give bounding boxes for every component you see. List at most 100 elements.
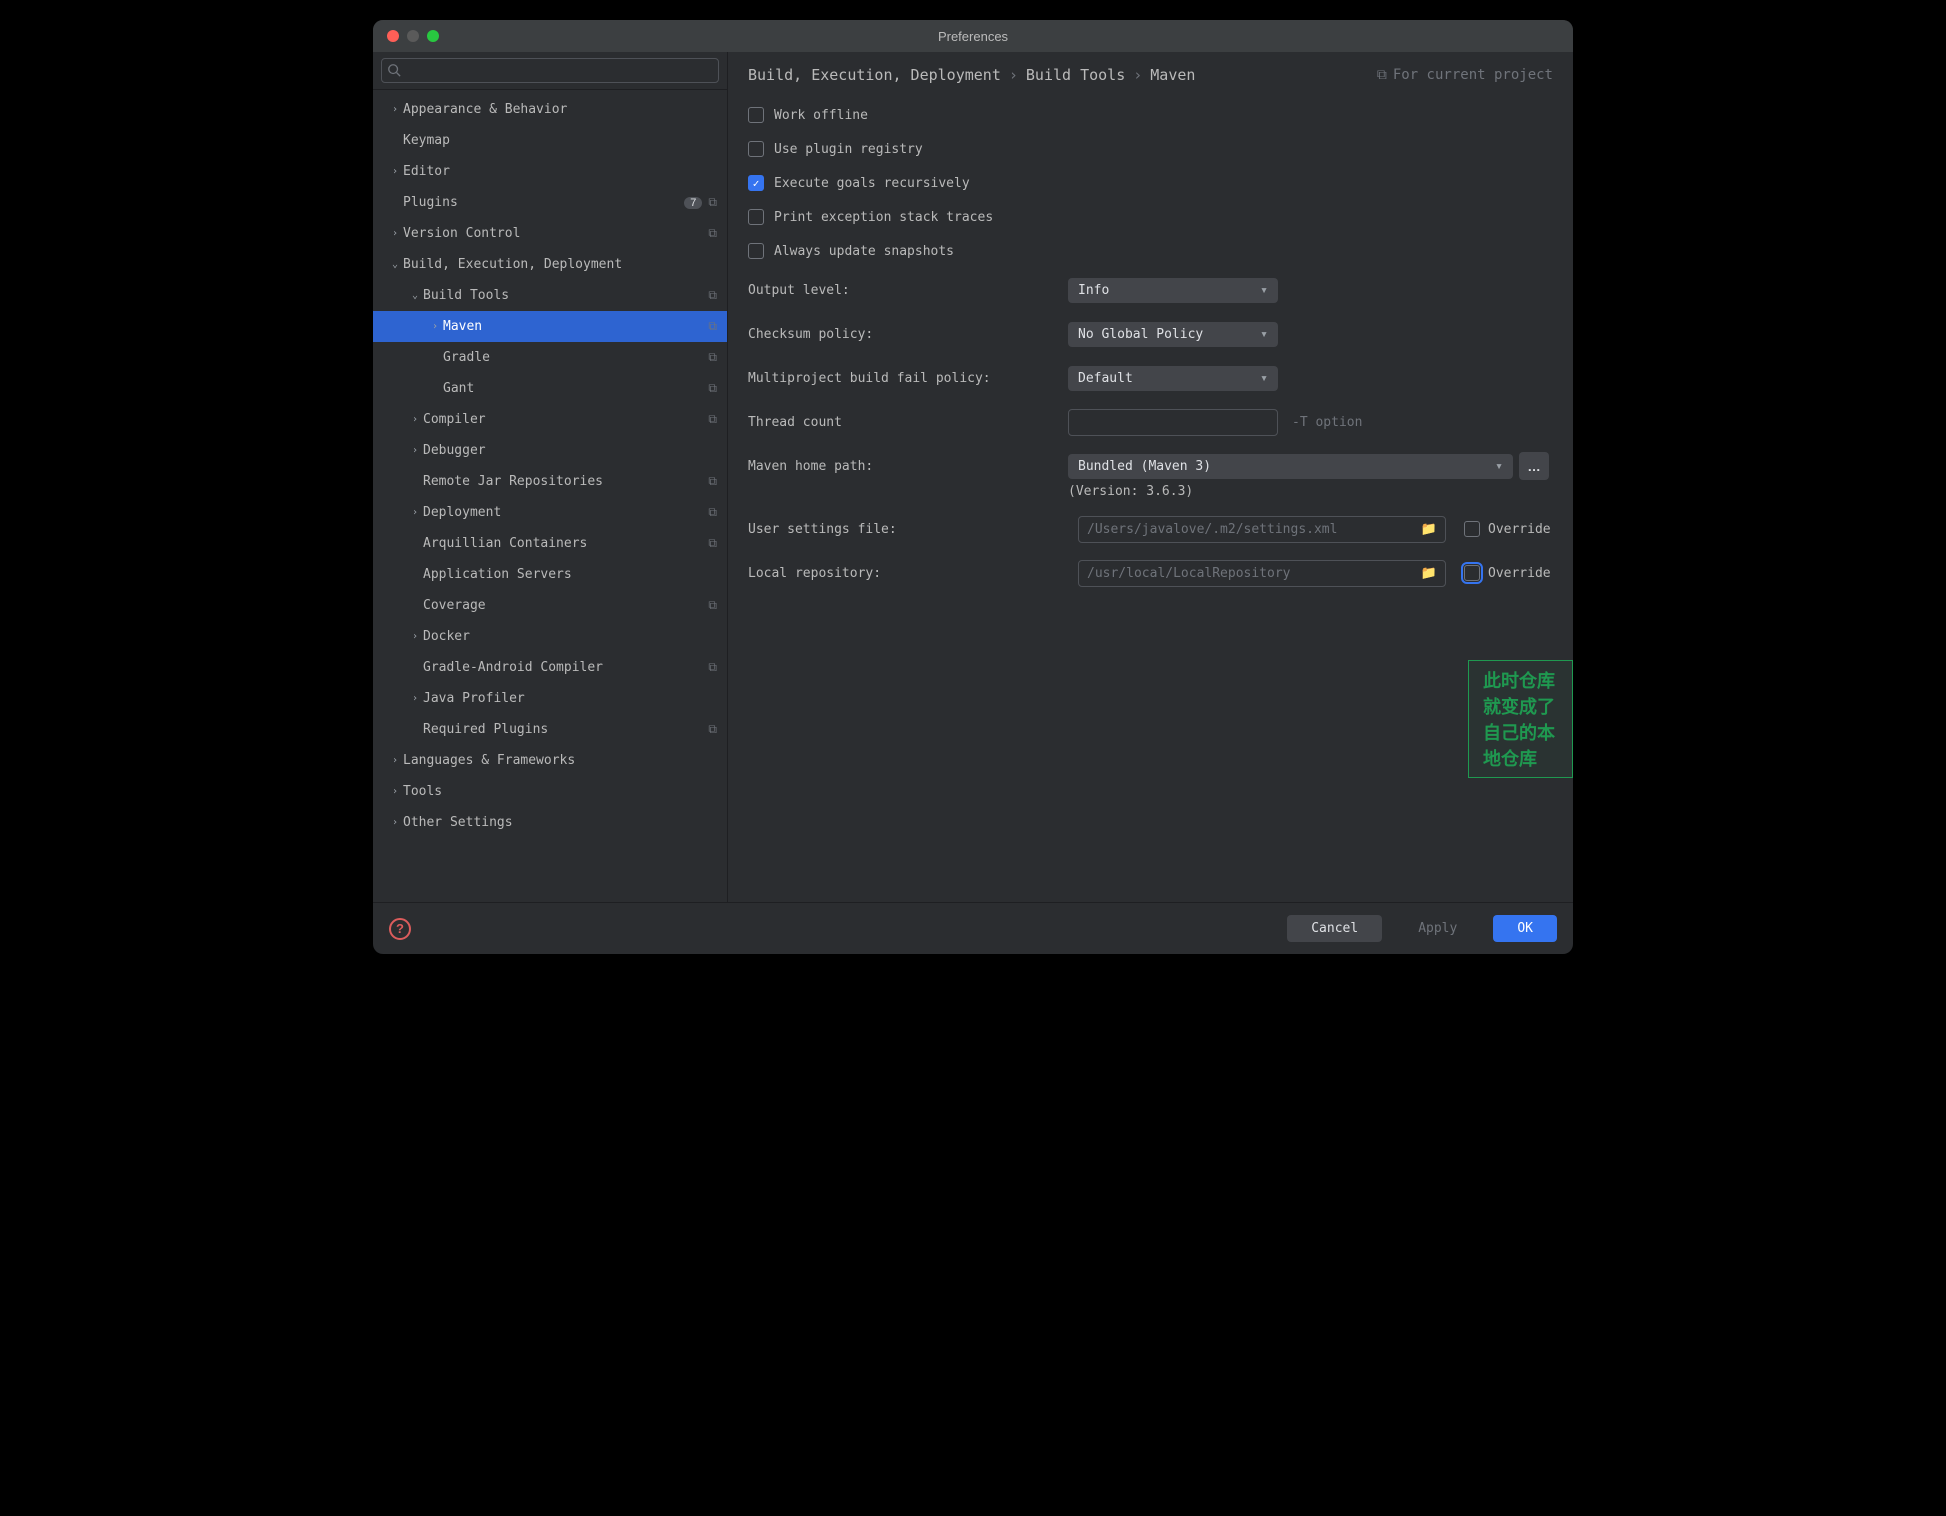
search-input[interactable] [381,58,719,83]
checkbox-focused[interactable] [1464,565,1480,581]
tree-item-label: Tools [403,784,717,799]
plugin-registry-row[interactable]: Use plugin registry [748,132,1553,166]
browse-button[interactable]: … [1519,452,1549,480]
field-label: Thread count [748,415,1068,430]
settings-override[interactable]: Override [1464,521,1551,537]
tree-item[interactable]: ›Docker [373,621,727,652]
chevron-icon: › [407,693,423,704]
home-path-select[interactable]: Bundled (Maven 3) [1068,454,1513,479]
checksum-select[interactable]: No Global Policy [1068,322,1278,347]
thread-count-hint: -T option [1292,415,1362,430]
snapshots-row[interactable]: Always update snapshots [748,234,1553,268]
project-scope-icon: ⧉ [708,536,717,551]
field-label: Multiproject build fail policy: [748,371,1068,386]
folder-icon[interactable]: 📁 [1421,566,1437,581]
tree-item-label: Other Settings [403,815,717,830]
project-scope-icon: ⧉ [708,226,717,241]
checkbox-unchecked[interactable] [748,243,764,259]
tree-item[interactable]: ›Other Settings [373,807,727,838]
tree-item[interactable]: ›Deployment⧉ [373,497,727,528]
tree-item[interactable]: ›Java Profiler [373,683,727,714]
checkbox-unchecked[interactable] [1464,521,1480,537]
window-body: ›Appearance & Behavior›Keymap›Editor›Plu… [373,52,1573,902]
tree-item-label: Build, Execution, Deployment [403,257,717,272]
home-path-row: Maven home path: Bundled (Maven 3) … [748,444,1553,488]
tree-item[interactable]: ›Debugger [373,435,727,466]
fail-policy-select[interactable]: Default [1068,366,1278,391]
project-scope-icon: ⧉ [708,350,717,365]
local-repo-override[interactable]: Override [1464,565,1551,581]
tree-item[interactable]: ⌄Build Tools⧉ [373,280,727,311]
tree-item-label: Remote Jar Repositories [423,474,708,489]
field-label: Maven home path: [748,459,1068,474]
settings-form: Work offline Use plugin registry ✓ Execu… [728,94,1573,902]
checkbox-unchecked[interactable] [748,209,764,225]
tree-item-label: Appearance & Behavior [403,102,717,117]
tree-item[interactable]: ›Tools [373,776,727,807]
tree-item[interactable]: ›Appearance & Behavior [373,94,727,125]
project-scope-icon: ⧉ [708,412,717,427]
checkbox-label: Execute goals recursively [774,176,970,191]
tree-item[interactable]: ›Gradle⧉ [373,342,727,373]
tree-item-label: Gradle [443,350,708,365]
chevron-right-icon: › [1133,66,1142,84]
settings-tree[interactable]: ›Appearance & Behavior›Keymap›Editor›Plu… [373,90,727,902]
tree-item[interactable]: ›Coverage⧉ [373,590,727,621]
output-level-row: Output level: Info [748,268,1553,312]
tree-item[interactable]: ›Required Plugins⧉ [373,714,727,745]
work-offline-row[interactable]: Work offline [748,98,1553,132]
thread-count-input[interactable] [1068,409,1278,436]
chevron-icon: › [407,414,423,425]
recursive-row[interactable]: ✓ Execute goals recursively [748,166,1553,200]
stack-traces-row[interactable]: Print exception stack traces [748,200,1553,234]
count-badge: 7 [684,197,702,209]
tree-item[interactable]: ›Application Servers [373,559,727,590]
cancel-button[interactable]: Cancel [1287,915,1382,942]
tree-item[interactable]: ›Compiler⧉ [373,404,727,435]
folder-icon[interactable]: 📁 [1421,522,1437,537]
project-scope-icon: ⧉ [708,288,717,303]
project-scope-icon: ⧉ [708,660,717,675]
field-label: Checksum policy: [748,327,1068,342]
checkbox-unchecked[interactable] [748,107,764,123]
checkbox-unchecked[interactable] [748,141,764,157]
search-bar [373,52,727,90]
ok-button[interactable]: OK [1493,915,1557,942]
tree-item[interactable]: ›Keymap [373,125,727,156]
field-label: Output level: [748,283,1068,298]
local-repo-field[interactable]: /usr/local/LocalRepository 📁 [1078,560,1446,587]
tree-item[interactable]: ›Version Control⧉ [373,218,727,249]
field-label: Local repository: [748,566,1068,581]
tree-item[interactable]: ›Editor [373,156,727,187]
tree-item[interactable]: ›Gant⧉ [373,373,727,404]
tree-item[interactable]: ›Languages & Frameworks [373,745,727,776]
tree-item-label: Plugins [403,195,684,210]
apply-button[interactable]: Apply [1394,915,1481,942]
tree-item[interactable]: ›Gradle-Android Compiler⧉ [373,652,727,683]
chevron-icon: › [387,228,403,239]
chevron-icon: › [387,166,403,177]
output-level-select[interactable]: Info [1068,278,1278,303]
sidebar: ›Appearance & Behavior›Keymap›Editor›Plu… [373,52,728,902]
footer-buttons: Cancel Apply OK [1287,915,1557,942]
footer: ? Cancel Apply OK [373,902,1573,954]
tree-item[interactable]: ›Plugins7⧉ [373,187,727,218]
checkbox-checked[interactable]: ✓ [748,175,764,191]
checkbox-label: Override [1488,566,1551,581]
tree-item-label: Application Servers [423,567,717,582]
preferences-window: Preferences ›Appearance & Behavior›Keyma… [373,20,1573,954]
breadcrumb-part: Build, Execution, Deployment [748,66,1001,84]
tree-item[interactable]: ⌄Build, Execution, Deployment [373,249,727,280]
tree-item[interactable]: ›Remote Jar Repositories⧉ [373,466,727,497]
tree-item[interactable]: ›Arquillian Containers⧉ [373,528,727,559]
titlebar: Preferences [373,20,1573,52]
help-button[interactable]: ? [389,918,411,940]
field-label: User settings file: [748,522,1068,537]
tree-item-label: Version Control [403,226,708,241]
tree-item-label: Arquillian Containers [423,536,708,551]
chevron-icon: › [407,445,423,456]
tree-item[interactable]: ›Maven⧉ [373,311,727,342]
chevron-icon: › [387,786,403,797]
checkbox-label: Always update snapshots [774,244,954,259]
settings-file-field[interactable]: /Users/javalove/.m2/settings.xml 📁 [1078,516,1446,543]
